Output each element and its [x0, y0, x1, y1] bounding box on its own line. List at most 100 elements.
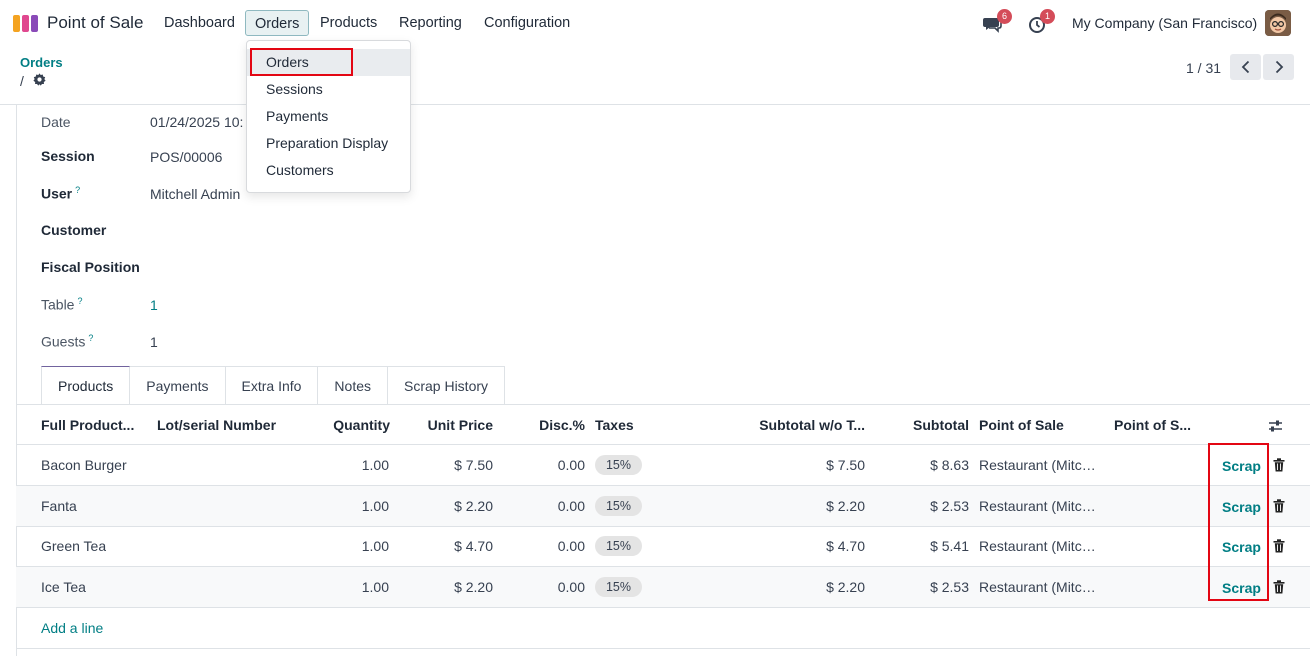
breadcrumb-orders[interactable]: Orders [20, 55, 63, 70]
menu-dashboard[interactable]: Dashboard [155, 10, 244, 36]
dropdown-item-sessions[interactable]: Sessions [247, 76, 410, 103]
column-subtotal-wo-tax[interactable]: Subtotal w/o T... [740, 417, 865, 433]
cell-subtotal: $ 5.41 [930, 538, 969, 554]
cell-discount[interactable]: 0.00 [516, 579, 585, 595]
app-name[interactable]: Point of Sale [47, 13, 143, 33]
tab-payments[interactable]: Payments [130, 366, 226, 405]
cell-subtotal-wo-tax: $ 2.20 [826, 498, 865, 514]
cell-discount[interactable]: 0.00 [516, 498, 585, 514]
date-value[interactable]: 01/24/2025 10: [150, 114, 245, 130]
pager-next-button[interactable] [1263, 54, 1294, 80]
customer-label: Customer [41, 222, 107, 238]
activities-systray[interactable]: 1 [1028, 9, 1058, 38]
trash-icon[interactable] [1273, 580, 1285, 594]
cell-product[interactable]: Bacon Burger [41, 457, 127, 473]
cell-quantity[interactable]: 1.00 [316, 457, 389, 473]
menu-products[interactable]: Products [311, 10, 386, 36]
table-row[interactable]: Ice Tea 1.00 $ 2.20 0.00 15% $ 2.20 $ 2.… [16, 567, 1310, 608]
table-row[interactable]: Fanta 1.00 $ 2.20 0.00 15% $ 2.20 $ 2.53… [16, 486, 1310, 527]
cell-unit-price[interactable]: $ 7.50 [416, 457, 493, 473]
tabs-divider [16, 404, 1310, 405]
breadcrumb-separator: / [20, 73, 24, 89]
scrap-button[interactable]: Scrap [1222, 458, 1261, 474]
column-lot-serial[interactable]: Lot/serial Number [157, 417, 287, 433]
tab-scrap-history[interactable]: Scrap History [388, 366, 506, 405]
activities-badge: 1 [1040, 9, 1055, 24]
company-switcher[interactable]: My Company (San Francisco) [1072, 15, 1257, 31]
cell-unit-price[interactable]: $ 2.20 [416, 579, 493, 595]
user-value[interactable]: Mitchell Admin [150, 186, 245, 202]
table-value[interactable]: 1 [150, 297, 158, 313]
scrap-button[interactable]: Scrap [1222, 539, 1261, 555]
tab-extra-info[interactable]: Extra Info [225, 366, 319, 405]
cell-point-of-sale[interactable]: Restaurant (Mitchell Admin) [979, 457, 1099, 473]
chevron-left-icon [1241, 60, 1249, 74]
pager-previous-button[interactable] [1230, 54, 1261, 80]
pager-value[interactable]: 1 / 31 [1186, 60, 1221, 76]
menu-configuration[interactable]: Configuration [475, 10, 579, 36]
table-label-text: Table [41, 296, 75, 313]
trash-icon[interactable] [1273, 539, 1285, 553]
cell-quantity[interactable]: 1.00 [316, 538, 389, 554]
tab-products[interactable]: Products [41, 366, 131, 405]
tax-badge[interactable]: 15% [595, 577, 642, 597]
cell-discount[interactable]: 0.00 [516, 457, 585, 473]
scrap-button[interactable]: Scrap [1222, 580, 1261, 596]
tax-badge[interactable]: 15% [595, 496, 642, 516]
messages-badge: 6 [997, 9, 1012, 24]
cell-subtotal-wo-tax: $ 7.50 [826, 457, 865, 473]
table-bottom-divider [16, 648, 1310, 649]
gear-icon[interactable] [33, 73, 46, 86]
notebook-tabs: Products Payments Extra Info Notes Scrap… [41, 366, 506, 405]
cell-quantity[interactable]: 1.00 [316, 579, 389, 595]
cell-product[interactable]: Ice Tea [41, 579, 86, 595]
column-taxes[interactable]: Taxes [595, 417, 655, 433]
cell-product[interactable]: Green Tea [41, 538, 106, 554]
optional-columns-icon[interactable] [1268, 419, 1283, 433]
scrap-button[interactable]: Scrap [1222, 499, 1261, 515]
cell-discount[interactable]: 0.00 [516, 538, 585, 554]
tab-notes[interactable]: Notes [318, 366, 388, 405]
column-full-product[interactable]: Full Product... [41, 417, 137, 433]
cell-quantity[interactable]: 1.00 [316, 498, 389, 514]
table-row[interactable]: Green Tea 1.00 $ 4.70 0.00 15% $ 4.70 $ … [16, 526, 1310, 567]
tax-badge[interactable]: 15% [595, 536, 642, 556]
column-unit-price[interactable]: Unit Price [400, 417, 493, 433]
trash-icon[interactable] [1273, 458, 1285, 472]
messages-systray[interactable]: 6 [982, 9, 1012, 38]
column-quantity[interactable]: Quantity [300, 417, 390, 433]
navbar: Point of Sale Dashboard Orders Products … [0, 0, 1310, 46]
cell-unit-price[interactable]: $ 4.70 [416, 538, 493, 554]
session-value[interactable]: POS/00006 [150, 149, 222, 165]
user-help-icon[interactable]: ? [75, 185, 80, 195]
pos-app-logo-icon[interactable] [12, 12, 40, 34]
column-subtotal[interactable]: Subtotal [880, 417, 969, 433]
cell-point-of-sale[interactable]: Restaurant (Mitchell Admin) [979, 498, 1099, 514]
cell-product[interactable]: Fanta [41, 498, 77, 514]
user-avatar[interactable] [1265, 10, 1291, 36]
cell-point-of-sale[interactable]: Restaurant (Mitchell Admin) [979, 538, 1099, 554]
dropdown-item-customers[interactable]: Customers [247, 157, 410, 184]
avatar-face-icon [1265, 10, 1291, 36]
column-point-of-sale-2[interactable]: Point of S... [1114, 417, 1194, 433]
dropdown-item-payments[interactable]: Payments [247, 103, 410, 130]
table-label: Table? [41, 296, 82, 313]
column-point-of-sale[interactable]: Point of Sale [979, 417, 1099, 433]
cell-point-of-sale[interactable]: Restaurant (Mitchell Admin) [979, 579, 1099, 595]
dropdown-item-orders[interactable]: Orders [247, 49, 410, 76]
dropdown-item-preparation-display[interactable]: Preparation Display [247, 130, 410, 157]
menu-reporting[interactable]: Reporting [390, 10, 471, 36]
add-line-link[interactable]: Add a line [41, 620, 103, 636]
guests-help-icon[interactable]: ? [88, 333, 93, 343]
menu-orders[interactable]: Orders [245, 10, 310, 36]
guests-value[interactable]: 1 [150, 334, 158, 350]
user-label: User? [41, 185, 80, 202]
tax-badge[interactable]: 15% [595, 455, 642, 475]
trash-icon[interactable] [1273, 499, 1285, 513]
table-help-icon[interactable]: ? [77, 296, 82, 306]
table-row[interactable]: Bacon Burger 1.00 $ 7.50 0.00 15% $ 7.50… [16, 445, 1310, 486]
column-discount[interactable]: Disc.% [510, 417, 585, 433]
cell-unit-price[interactable]: $ 2.20 [416, 498, 493, 514]
cell-subtotal: $ 2.53 [930, 498, 969, 514]
orders-dropdown-menu: Orders Sessions Payments Preparation Dis… [246, 40, 411, 193]
